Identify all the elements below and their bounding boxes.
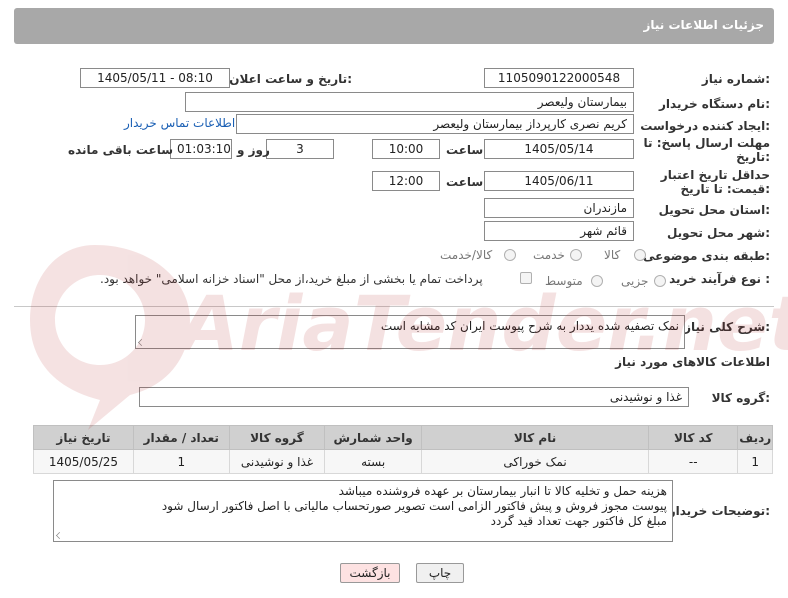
buyer-org-field: بیمارستان ولیعصر: [185, 92, 634, 112]
category-goods-option: کالا: [604, 248, 621, 262]
days-field: 3: [266, 139, 334, 159]
treasury-payment-checkbox[interactable]: [520, 272, 532, 284]
buyer-notes-line-3: مبلغ کل فاکتور جهت تعداد قید گردد: [490, 514, 667, 528]
category-goods-service-radio[interactable]: [504, 249, 516, 261]
category-label: طبقه بندی موضوعی:: [642, 249, 770, 263]
validity-time-label: ساعت: [446, 175, 484, 189]
announce-datetime-field: 1405/05/11 - 08:10: [80, 68, 230, 88]
purchase-medium-option: متوسط: [545, 274, 583, 288]
table-header-row: ردیف کد کالا نام کالا واحد شمارش گروه کا…: [33, 425, 773, 450]
buyer-org-label: نام دستگاه خریدار:: [659, 97, 770, 111]
page-header: جزئیات اطلاعات نیاز: [14, 8, 774, 44]
category-goods-radio[interactable]: [634, 249, 646, 261]
price-validity-label: حداقل تاریخ اعتبار قیمت: تا تاریخ:: [660, 168, 770, 196]
purchase-medium-radio[interactable]: [591, 275, 603, 287]
buyer-contact-link[interactable]: اطلاعات تماس خریدار: [124, 116, 235, 130]
requester-field: کریم نصری کارپرداز بیمارستان ولیعصر: [236, 114, 634, 134]
city-field: قائم شهر: [484, 221, 634, 241]
buyer-notes-label: توضیحات خریدار:: [668, 504, 770, 518]
print-button[interactable]: چاپ: [416, 563, 464, 583]
province-field: مازندران: [484, 198, 634, 218]
cell-code: --: [648, 449, 739, 474]
purchase-type-label: نوع فرآیند خرید :: [669, 272, 770, 286]
cell-date: 1405/05/25: [33, 449, 134, 474]
resize-handle[interactable]: [138, 339, 145, 346]
page-title: جزئیات اطلاعات نیاز: [643, 18, 764, 32]
reply-time-label: ساعت: [446, 143, 484, 157]
cell-group: غذا و نوشیدنی: [228, 449, 326, 474]
goods-table: ردیف کد کالا نام کالا واحد شمارش گروه کا…: [33, 425, 773, 474]
back-button[interactable]: بازگشت: [340, 563, 400, 583]
buyer-notes-textarea: هزینه حمل و تخلیه کالا تا انبار بیمارستا…: [53, 480, 673, 542]
buyer-notes-line-2: پیوست مجوز فروش و پیش فاکتور الزامی است …: [161, 499, 667, 513]
cell-row: 1: [737, 449, 773, 474]
need-number-label: شماره نیاز:: [701, 72, 770, 86]
col-group: گروه کالا: [228, 425, 326, 450]
reply-deadline-label: مهلت ارسال پاسخ: تا تاریخ:: [643, 136, 771, 164]
category-service-option: خدمت: [533, 248, 565, 262]
validity-date-field: 1405/06/11: [484, 171, 634, 191]
purchase-minor-option: جزیی: [621, 274, 649, 288]
remaining-time-field: 01:03:10: [170, 139, 232, 159]
purchase-minor-radio[interactable]: [654, 275, 666, 287]
description-textarea: نمک تصفیه شده یددار به شرح پیوست ایران ک…: [135, 315, 685, 349]
buyer-notes-line-1: هزینه حمل و تخلیه کالا تا انبار بیمارستا…: [338, 484, 667, 498]
description-label: شرح کلی نیاز:: [684, 320, 770, 334]
delivery-city-label: شهر محل تحویل:: [666, 226, 770, 240]
goods-group-field: غذا و نوشیدنی: [139, 387, 689, 407]
remaining-label: ساعت باقی مانده: [68, 143, 174, 157]
need-number-field: 1105090122000548: [484, 68, 634, 88]
goods-group-label: گروه کالا:: [711, 391, 770, 405]
reply-date-field: 1405/05/14: [484, 139, 634, 159]
category-goods-service-option: کالا/خدمت: [440, 248, 493, 262]
days-label: روز و: [237, 143, 270, 157]
description-text: نمک تصفیه شده یددار به شرح پیوست ایران ک…: [380, 319, 679, 333]
col-code: کد کالا: [648, 425, 739, 450]
reply-time-field: 10:00: [372, 139, 440, 159]
cell-quantity: 1: [132, 449, 230, 474]
validity-time-field: 12:00: [372, 171, 440, 191]
table-row: 1 -- نمک خوراکی بسته غذا و نوشیدنی 1 140…: [33, 449, 773, 474]
category-service-radio[interactable]: [570, 249, 582, 261]
goods-info-heading: اطلاعات کالاهای مورد نیاز: [615, 355, 770, 369]
delivery-province-label: استان محل تحویل:: [658, 203, 770, 217]
col-name: نام کالا: [420, 425, 650, 450]
resize-handle[interactable]: [56, 532, 63, 539]
col-unit: واحد شمارش: [324, 425, 422, 450]
col-quantity: تعداد / مقدار: [132, 425, 230, 450]
requester-label: ایجاد کننده درخواست:: [640, 119, 770, 133]
col-date: تاریخ نیاز: [33, 425, 134, 450]
cell-name: نمک خوراکی: [420, 449, 650, 474]
section-divider: [14, 306, 774, 307]
treasury-payment-note: پرداخت تمام یا بخشی از مبلغ خرید،از محل …: [100, 272, 483, 286]
cell-unit: بسته: [324, 449, 422, 474]
col-row: ردیف: [737, 425, 773, 450]
